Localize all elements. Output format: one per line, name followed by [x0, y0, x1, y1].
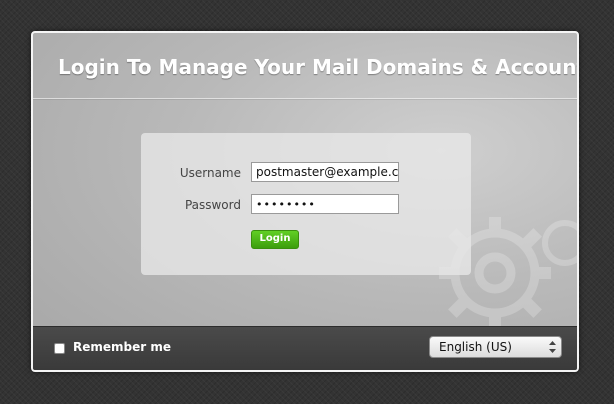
password-label: Password [184, 198, 241, 212]
password-field[interactable]: •••••••• [251, 194, 399, 214]
username-field[interactable]: postmaster@example.com [251, 162, 399, 182]
panel-footer: Remember me English (US) [33, 326, 577, 370]
password-row: Password •••••••• [141, 194, 471, 216]
login-button[interactable]: Login [251, 230, 299, 249]
username-label: Username [179, 166, 241, 180]
remember-me-label[interactable]: Remember me [73, 340, 171, 354]
checkbox-icon[interactable] [54, 343, 65, 354]
select-arrows-icon [549, 341, 556, 353]
panel-header: Login To Manage Your Mail Domains & Acco… [33, 33, 577, 99]
login-panel: Login To Manage Your Mail Domains & Acco… [31, 31, 579, 372]
language-value: English (US) [439, 340, 512, 354]
username-row: Username postmaster@example.com [141, 162, 471, 184]
login-form: Username postmaster@example.com Password… [141, 133, 471, 275]
language-select[interactable]: English (US) [429, 336, 562, 358]
page-title: Login To Manage Your Mail Domains & Acco… [58, 55, 579, 79]
